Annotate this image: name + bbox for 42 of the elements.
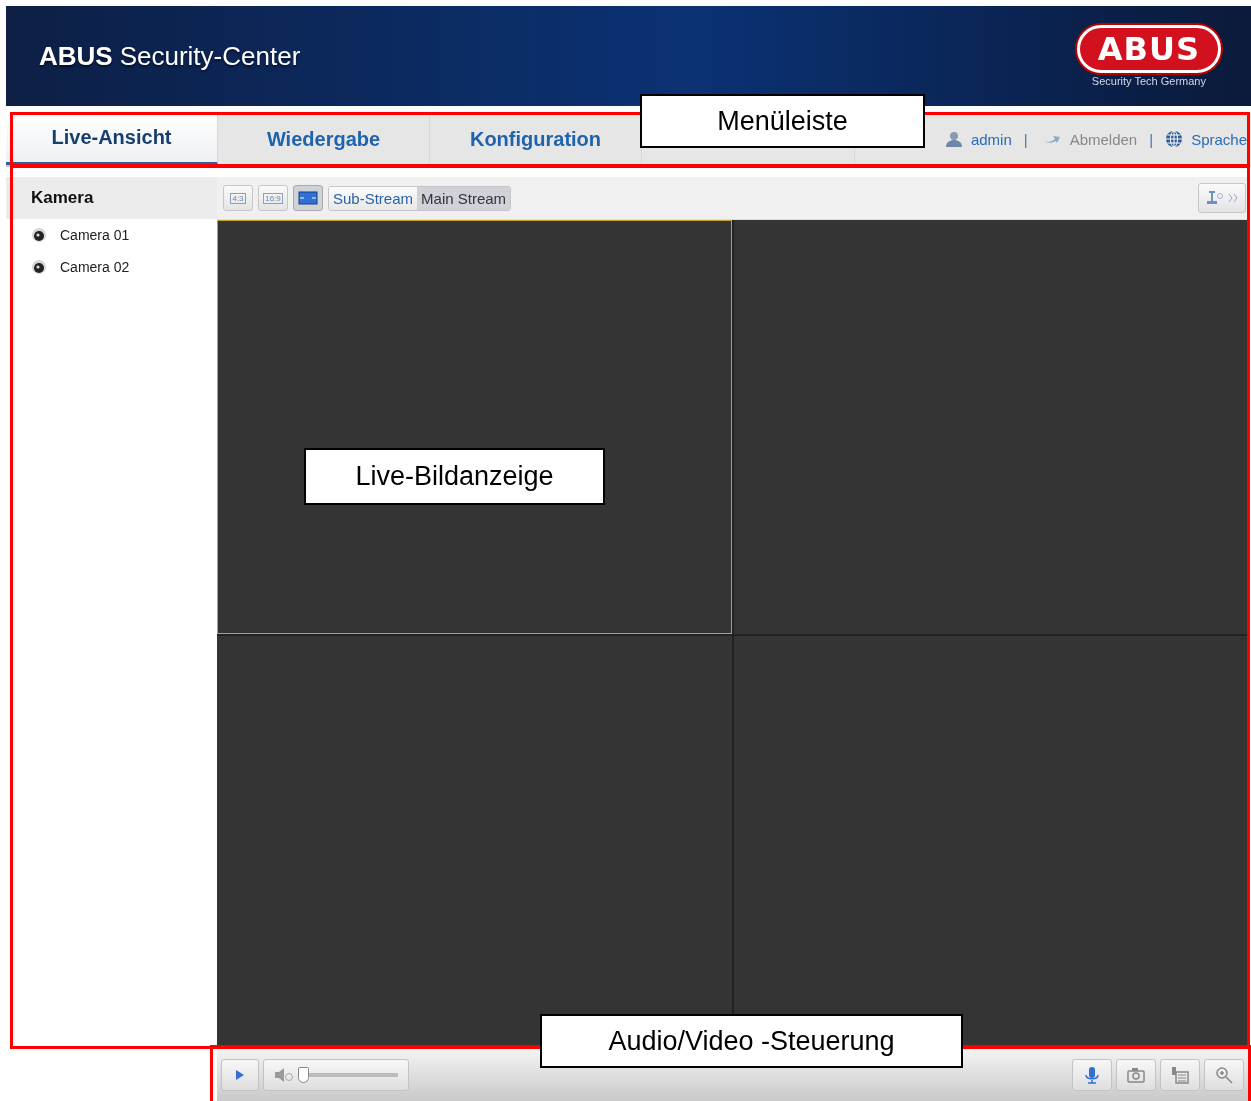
camera-icon [31,259,47,275]
separator: | [1023,130,1028,148]
ptz-icon [1205,190,1239,206]
microphone-icon [1083,1066,1101,1084]
fill-screen-icon [298,191,318,205]
zoom-in-icon [1215,1066,1233,1084]
control-button[interactable] [1116,1059,1156,1091]
camera-list-item[interactable]: Camera 01 [6,219,217,251]
volume-slider-thumb[interactable] [298,1067,309,1083]
camera-list-item[interactable]: Camera 02 [6,251,217,283]
annotation-tooltip: Menüleiste [640,94,925,148]
annotation-tooltip: Audio/Video -Steuerung [540,1014,963,1068]
sidebar-header: Kamera [6,177,217,219]
annotation-tooltip: Live-Bildanzeige [304,448,605,505]
globe-icon [1165,130,1184,148]
view-mode-button[interactable] [293,185,323,211]
stream-button[interactable]: Main Stream [417,186,511,210]
user-icon [944,130,963,148]
app-title-brand: ABUS [39,40,113,72]
camera-icon [1127,1066,1145,1084]
stream-button[interactable]: Sub-Stream [329,186,418,210]
brand-tagline: Security Tech Germany [1091,75,1206,87]
tab[interactable]: Wiedergabe [218,113,430,165]
view-mode-button[interactable]: 4:3 [223,185,253,211]
brand-logo: ABUS [1076,25,1221,73]
speaker-mute-icon [274,1067,294,1083]
control-button[interactable] [1204,1059,1244,1091]
control-button[interactable] [1072,1059,1112,1091]
tab[interactable]: Live-Ansicht [6,113,218,165]
control-button[interactable] [1160,1059,1200,1091]
play-button[interactable] [221,1059,259,1091]
video-record-icon [1171,1066,1189,1084]
camera-icon [31,227,47,243]
ptz-toggle-button[interactable] [1198,183,1246,213]
user-link[interactable]: admin [944,130,1012,148]
user-link[interactable]: Sprache [1165,130,1247,148]
app-title: Security-Center [119,40,301,72]
separator: | [1149,130,1154,148]
user-link[interactable]: Abmelden [1039,130,1138,148]
view-mode-button[interactable]: 16:9 [258,185,288,211]
play-icon [235,1069,245,1081]
video-pane[interactable] [217,220,732,634]
